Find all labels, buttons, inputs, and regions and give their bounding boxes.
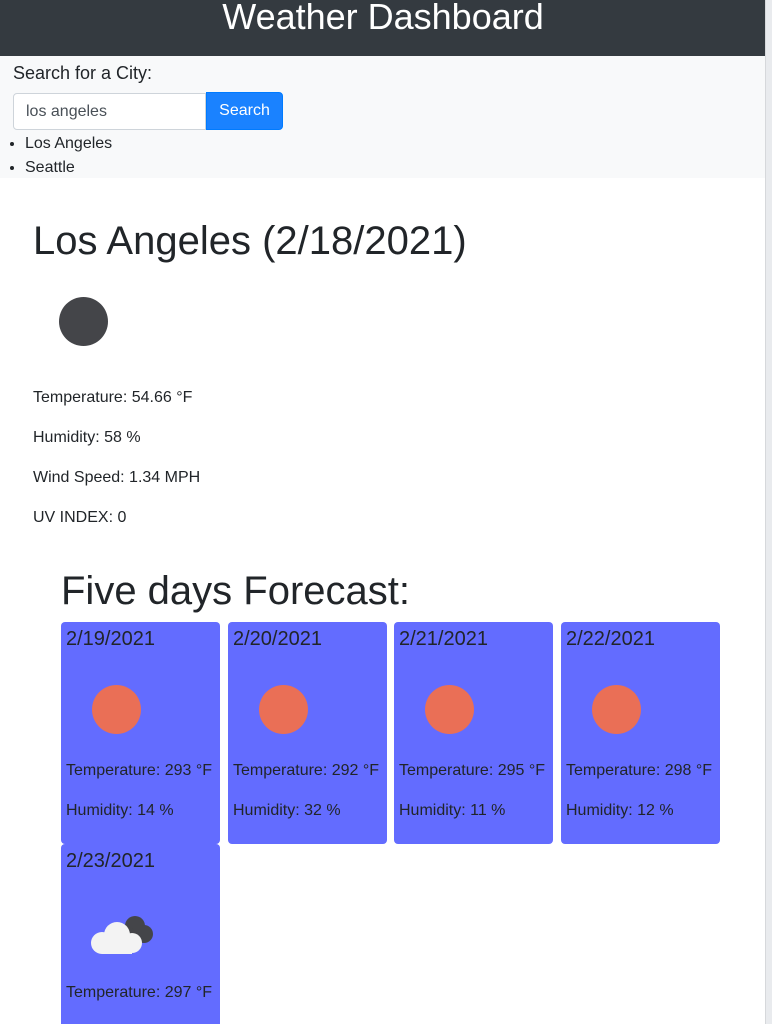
current-humidity: Humidity: 58 % — [33, 429, 141, 446]
forecast-humidity: Humidity: 12 % — [566, 802, 674, 819]
forecast-temperature: Temperature: 292 °F — [233, 762, 380, 779]
search-input[interactable] — [13, 93, 206, 130]
current-city-title: Los Angeles (2/18/2021) — [33, 219, 467, 263]
forecast-card: 2/23/2021 Temperature: 297 °F — [61, 844, 220, 1024]
history-item-los-angeles[interactable]: Los Angeles — [25, 132, 112, 156]
search-panel: Search for a City: Search Los Angeles Se… — [0, 56, 766, 178]
forecast-humidity: Humidity: 14 % — [66, 802, 174, 819]
forecast-temperature: Temperature: 293 °F — [66, 762, 213, 779]
forecast-card: 2/20/2021 Temperature: 292 °F Humidity: … — [228, 622, 387, 844]
forecast-title: Five days Forecast: — [61, 569, 411, 613]
sun-icon — [92, 685, 141, 734]
current-temperature: Temperature: 54.66 °F — [33, 389, 193, 406]
search-label: Search for a City: — [13, 63, 153, 83]
page-title: Weather Dashboard — [222, 0, 544, 37]
forecast-date: 2/21/2021 — [399, 628, 488, 650]
forecast-humidity: Humidity: 11 % — [399, 802, 506, 819]
current-wind-speed: Wind Speed: 1.34 MPH — [33, 469, 201, 486]
sun-icon — [592, 685, 641, 734]
current-uv-index: UV INDEX: 0 — [33, 509, 127, 526]
forecast-card: 2/19/2021 Temperature: 293 °F Humidity: … — [61, 622, 220, 844]
search-history-list: Los Angeles Seattle — [0, 132, 112, 180]
page-header: Weather Dashboard — [0, 0, 766, 56]
forecast-temperature: Temperature: 297 °F — [66, 984, 213, 1001]
vertical-scrollbar[interactable] — [765, 0, 772, 1024]
forecast-date: 2/23/2021 — [66, 850, 155, 872]
forecast-date: 2/20/2021 — [233, 628, 322, 650]
forecast-temperature: Temperature: 298 °F — [566, 762, 713, 779]
forecast-temperature: Temperature: 295 °F — [399, 762, 546, 779]
weather-dashboard-page: Weather Dashboard Search for a City: Sea… — [0, 0, 772, 1024]
sun-icon — [425, 685, 474, 734]
forecast-humidity: Humidity: 32 % — [233, 802, 341, 819]
sun-icon — [259, 685, 308, 734]
forecast-date: 2/22/2021 — [566, 628, 655, 650]
forecast-card: 2/22/2021 Temperature: 298 °F Humidity: … — [561, 622, 720, 844]
forecast-date: 2/19/2021 — [66, 628, 155, 650]
cloud-icon — [91, 916, 153, 954]
forecast-card: 2/21/2021 Temperature: 295 °F Humidity: … — [394, 622, 553, 844]
search-button[interactable]: Search — [206, 92, 283, 130]
history-item-seattle[interactable]: Seattle — [25, 156, 112, 180]
moon-icon — [59, 297, 108, 346]
